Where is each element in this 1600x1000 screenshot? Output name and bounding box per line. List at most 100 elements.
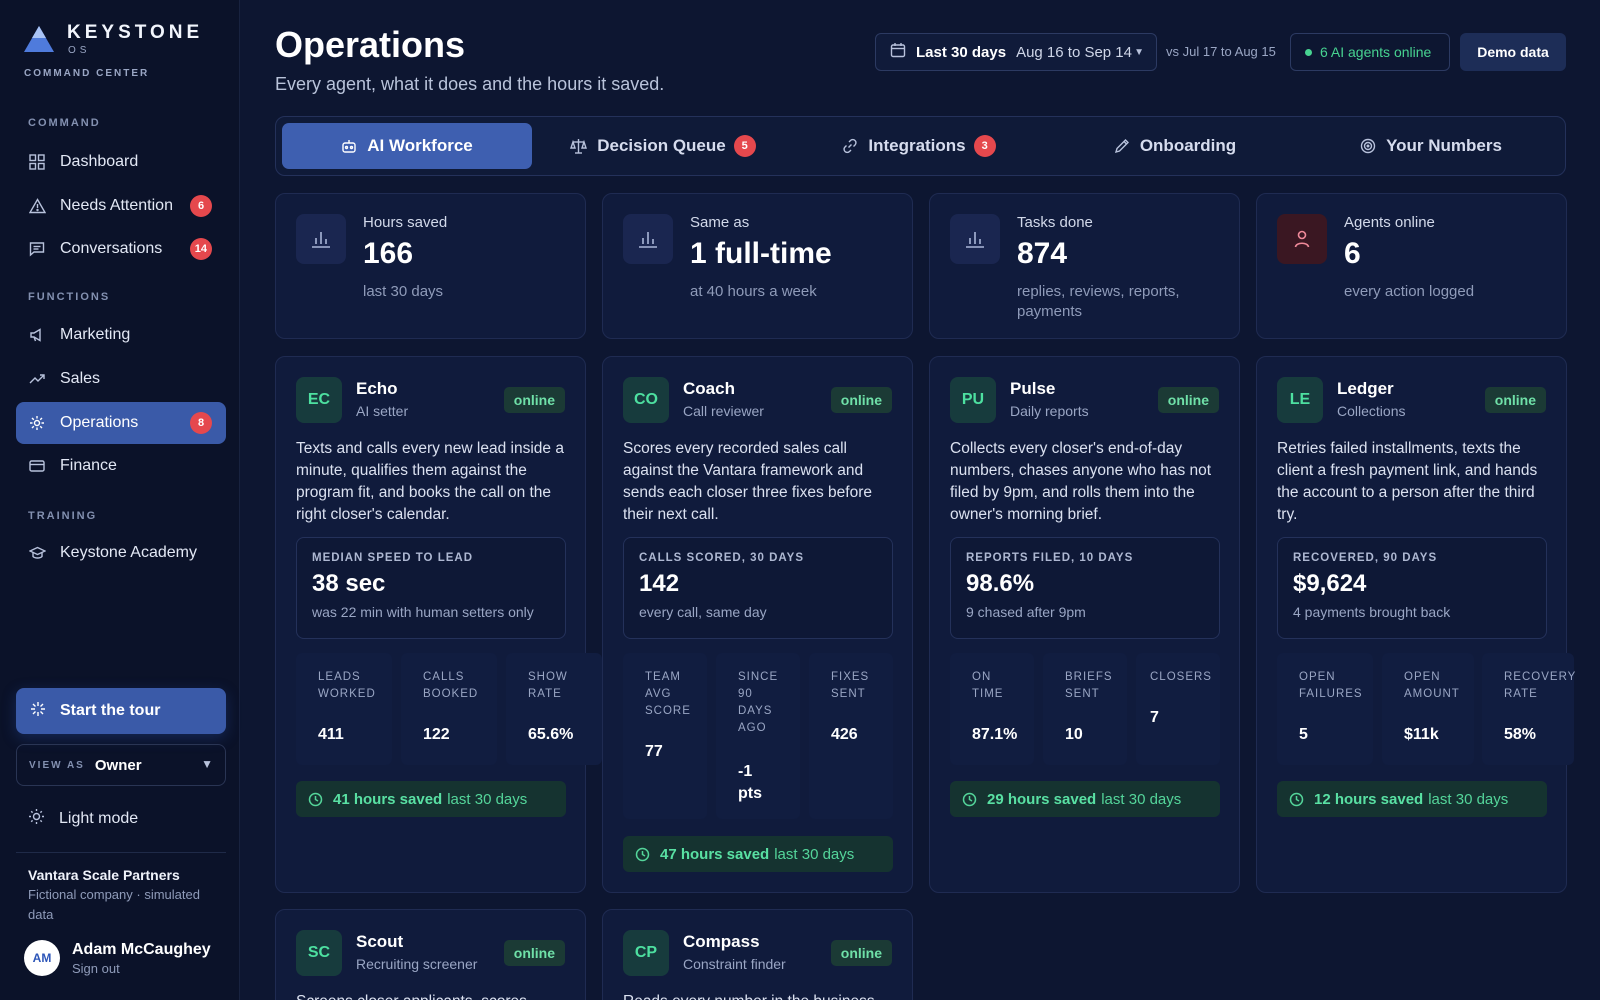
sub-metric-label: SHOW RATE xyxy=(528,671,568,700)
sidebar-item-sales[interactable]: Sales xyxy=(16,358,226,400)
sidebar-item-keystone-academy[interactable]: Keystone Academy xyxy=(16,532,226,574)
metric-label: CALLS SCORED, 30 DAYS xyxy=(639,552,804,564)
agent-description: Collects every closer's end-of-day numbe… xyxy=(950,440,1212,523)
clock-icon xyxy=(308,792,323,807)
sidebar-item-dashboard[interactable]: Dashboard xyxy=(16,141,226,183)
agents-online-badge[interactable]: 6 AI agents online xyxy=(1290,33,1450,71)
agent-metric: REPORTS FILED, 10 DAYS 98.6% 9 chased af… xyxy=(950,537,1220,639)
hours-saved-badge: 12 hours saved last 30 days xyxy=(1277,781,1547,817)
hours-saved-value: 41 hours saved xyxy=(333,790,443,808)
view-as-value: Owner xyxy=(94,756,142,774)
agent-card-pulse[interactable]: PU Pulse Daily reports online Collects e… xyxy=(929,356,1240,893)
agent-avatar: LE xyxy=(1277,377,1323,423)
sub-metric-value: 10 xyxy=(1065,726,1083,743)
robot-icon xyxy=(341,138,357,154)
tab-ai-workforce[interactable]: AI Workforce xyxy=(282,123,532,169)
sub-metric-value: $11k xyxy=(1404,726,1439,743)
sub-metric: CLOSERS 7 xyxy=(1136,653,1220,765)
status-badge: online xyxy=(1484,387,1546,413)
sub-metric-value: 77 xyxy=(645,743,663,760)
company-name: Vantara Scale Partners xyxy=(28,867,180,883)
sign-out-link[interactable]: Sign out xyxy=(72,961,211,976)
brand-subtitle: COMMAND CENTER xyxy=(24,68,150,79)
light-mode-label: Light mode xyxy=(59,810,139,827)
avatar[interactable]: AM xyxy=(24,940,60,976)
sidebar-item-label: Finance xyxy=(60,457,117,474)
agent-name: Ledger xyxy=(1337,379,1394,398)
metric-description: was 22 min with human setters only xyxy=(312,604,534,620)
hours-saved-period: last 30 days xyxy=(774,845,855,863)
agent-card-coach[interactable]: CO Coach Call reviewer online Scores eve… xyxy=(602,356,913,893)
sidebar-item-label: Keystone Academy xyxy=(60,544,197,561)
sub-metric-value: 7 xyxy=(1150,709,1159,726)
metric-value: 142 xyxy=(639,570,680,597)
agent-description: Scores every recorded sales call against… xyxy=(623,440,872,523)
sub-metric: BRIEFS SENT 10 xyxy=(1043,653,1127,765)
sub-metric-label: CALLS BOOKED xyxy=(423,671,479,700)
stat-label: Hours saved xyxy=(363,214,448,231)
tab-decision-queue[interactable]: Decision Queue 5 xyxy=(538,123,788,169)
date-range-select[interactable]: Last 30 days Aug 16 to Sep 14 ▼ xyxy=(875,33,1157,71)
hours-saved-period: last 30 days xyxy=(1101,790,1182,808)
hours-saved-value: 12 hours saved xyxy=(1314,790,1424,808)
sub-metric-value: 65.6% xyxy=(528,726,574,743)
gear-icon xyxy=(28,414,46,432)
agent-name: Pulse xyxy=(1010,379,1056,398)
stat-label: Tasks done xyxy=(1017,214,1093,231)
sidebar-item-needs-attention[interactable]: Needs Attention 6 xyxy=(16,185,226,227)
user-profile: AM Adam McCaughey Sign out xyxy=(24,940,211,976)
view-as-select[interactable]: VIEW AS Owner ▼ xyxy=(16,744,226,786)
trend-up-icon xyxy=(28,370,46,388)
light-mode-toggle[interactable]: Light mode xyxy=(28,808,138,830)
metric-value: 98.6% xyxy=(966,570,1035,597)
sub-metric-value: -1 pts xyxy=(738,763,762,802)
agent-card-compass[interactable]: CP Compass Constraint finder online Read… xyxy=(602,909,913,1000)
sidebar-item-label: Marketing xyxy=(60,326,131,343)
agent-avatar: CO xyxy=(623,377,669,423)
pencil-icon xyxy=(1114,138,1130,154)
sidebar-item-operations[interactable]: Operations 8 xyxy=(16,402,226,444)
chat-icon xyxy=(28,240,46,258)
sub-metric-value: 58% xyxy=(1504,726,1537,743)
agent-role: Call reviewer xyxy=(683,403,764,419)
status-badge: online xyxy=(503,387,565,413)
sub-metric-label: FIXES SENT xyxy=(831,671,870,700)
agent-card-echo[interactable]: EC Echo AI setter online Texts and calls… xyxy=(275,356,602,893)
sub-metric-value: 122 xyxy=(423,726,450,743)
count-badge: 14 xyxy=(189,238,212,260)
sidebar-item-label: Sales xyxy=(60,370,101,387)
sidebar-item-conversations[interactable]: Conversations 14 xyxy=(16,228,226,270)
hours-saved-period: last 30 days xyxy=(1428,790,1509,808)
agent-avatar: SC xyxy=(296,930,342,976)
hours-saved-period: last 30 days xyxy=(447,790,528,808)
sidebar-item-marketing[interactable]: Marketing xyxy=(16,314,226,356)
agent-role: Constraint finder xyxy=(683,956,786,972)
start-tour-button[interactable]: Start the tour xyxy=(16,688,226,734)
megaphone-icon xyxy=(28,326,46,344)
agent-card-scout[interactable]: SC Scout Recruiting screener online Scre… xyxy=(275,909,586,1000)
sidebar-item-label: Operations xyxy=(60,414,139,431)
page-subtitle: Every agent, what it does and the hours … xyxy=(275,74,665,94)
agent-name: Echo xyxy=(356,379,398,398)
start-tour-label: Start the tour xyxy=(60,702,161,719)
count-badge: 6 xyxy=(190,195,212,217)
demo-data-button[interactable]: Demo data xyxy=(1460,33,1566,71)
tab-integrations[interactable]: Integrations 3 xyxy=(794,123,1044,169)
hours-saved-badge: 41 hours saved last 30 days xyxy=(296,781,566,817)
agent-metric: RECOVERED, 90 DAYS $9,624 4 payments bro… xyxy=(1277,537,1547,639)
sun-icon xyxy=(28,808,45,830)
stat-description: last 30 days xyxy=(363,283,444,300)
scales-icon xyxy=(570,138,588,154)
tab-your-numbers[interactable]: Your Numbers xyxy=(1306,123,1556,169)
stat-value: 6 xyxy=(1344,237,1361,270)
agent-card-ledger[interactable]: LE Ledger Collections online Retries fai… xyxy=(1256,356,1575,893)
hours-saved-value: 29 hours saved xyxy=(987,790,1097,808)
tab-onboarding[interactable]: Onboarding xyxy=(1050,123,1300,169)
user-name: Adam McCaughey xyxy=(72,940,211,958)
stat-label: Agents online xyxy=(1344,214,1435,231)
sidebar-item-finance[interactable]: Finance xyxy=(16,445,226,487)
sidebar-item-label: Needs Attention xyxy=(60,197,173,214)
hours-saved-badge: 29 hours saved last 30 days xyxy=(950,781,1220,817)
agent-role: AI setter xyxy=(356,403,409,419)
stat-description: at 40 hours a week xyxy=(690,283,817,300)
